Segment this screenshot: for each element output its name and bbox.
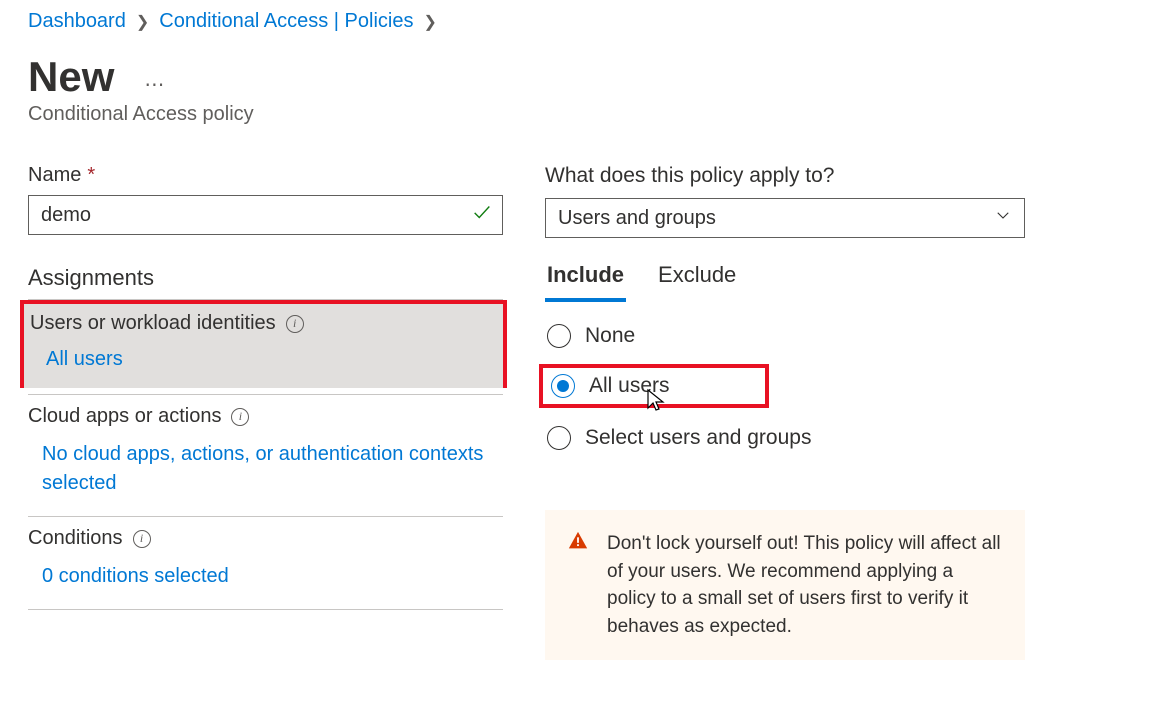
name-input[interactable]: [28, 195, 503, 235]
info-icon[interactable]: i: [231, 408, 249, 426]
assignments-heading: Assignments: [28, 265, 503, 300]
radio-select-label: Select users and groups: [585, 426, 811, 450]
page-subtitle: Conditional Access policy: [28, 103, 1134, 126]
radio-none[interactable]: None: [545, 320, 1025, 352]
chevron-right-icon: ❯: [423, 12, 436, 32]
assignment-cloud-apps[interactable]: Cloud apps or actions i No cloud apps, a…: [28, 395, 503, 517]
radio-none-label: None: [585, 324, 635, 348]
include-radio-group: None All users Select users and groups: [545, 320, 1025, 454]
assignment-cloud-apps-value[interactable]: No cloud apps, actions, or authenticatio…: [28, 440, 503, 498]
checkmark-icon: [471, 201, 493, 229]
page-title: New: [28, 53, 114, 101]
required-asterisk: *: [87, 164, 95, 187]
breadcrumb: Dashboard ❯ Conditional Access | Policie…: [28, 10, 1134, 33]
assignment-users[interactable]: Users or workload identities i All users: [20, 300, 507, 388]
info-icon[interactable]: i: [133, 530, 151, 548]
tab-include[interactable]: Include: [545, 256, 626, 302]
left-column: Name * Assignments Users or workload ide…: [28, 164, 503, 660]
apply-to-label: What does this policy apply to?: [545, 164, 1025, 188]
assignment-users-title: Users or workload identities i: [28, 312, 497, 335]
breadcrumb-dashboard[interactable]: Dashboard: [28, 10, 126, 33]
more-actions-button[interactable]: ⋯: [144, 72, 166, 97]
right-column: What does this policy apply to? Users an…: [545, 164, 1025, 660]
radio-all-users[interactable]: All users: [539, 364, 769, 408]
assignment-cloud-apps-title: Cloud apps or actions i: [28, 405, 503, 428]
tab-exclude[interactable]: Exclude: [656, 256, 738, 302]
name-label: Name *: [28, 164, 503, 187]
apply-to-dropdown[interactable]: Users and groups: [545, 198, 1025, 238]
info-icon[interactable]: i: [286, 315, 304, 333]
warning-icon: [567, 530, 589, 561]
page-header: New ⋯: [28, 53, 1134, 101]
breadcrumb-policies[interactable]: Conditional Access | Policies: [159, 10, 413, 33]
assignment-conditions-value[interactable]: 0 conditions selected: [28, 562, 503, 591]
radio-all-users-label: All users: [589, 374, 670, 398]
assignment-users-value[interactable]: All users: [28, 345, 497, 374]
chevron-down-icon: [994, 206, 1012, 230]
assignment-conditions[interactable]: Conditions i 0 conditions selected: [28, 517, 503, 610]
assignment-conditions-title: Conditions i: [28, 527, 503, 550]
radio-select-users-groups[interactable]: Select users and groups: [545, 422, 1025, 454]
warning-message: Don't lock yourself out! This policy wil…: [545, 510, 1025, 660]
include-exclude-tabs: Include Exclude: [545, 256, 1025, 302]
dropdown-value: Users and groups: [558, 207, 716, 230]
chevron-right-icon: ❯: [136, 12, 149, 32]
warning-text: Don't lock yourself out! This policy wil…: [607, 533, 1001, 637]
